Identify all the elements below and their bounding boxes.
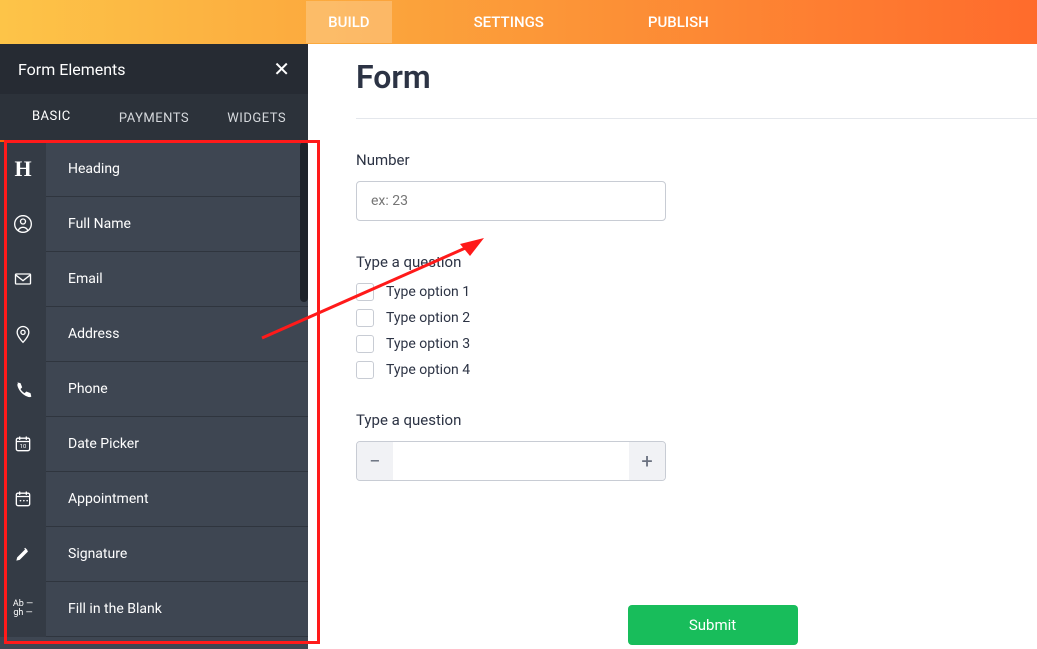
decrement-button[interactable]: − <box>357 442 393 480</box>
number-spinner: − + <box>356 441 666 481</box>
checkbox[interactable] <box>356 335 374 353</box>
panel-tab-basic[interactable]: BASIC <box>0 93 103 143</box>
element-date-picker[interactable]: 10 Date Picker <box>0 417 308 472</box>
spinner-question: Type a question − + <box>356 411 1037 481</box>
checkbox-row: Type option 1 <box>356 283 1037 301</box>
scrollbar[interactable] <box>300 142 308 302</box>
close-icon[interactable]: ✕ <box>273 57 290 81</box>
tab-build[interactable]: BUILD <box>306 1 391 43</box>
panel-header: Form Elements ✕ <box>0 44 308 94</box>
checkbox-option-label: Type option 3 <box>386 336 470 352</box>
element-label: Date Picker <box>46 436 139 452</box>
spinner-value[interactable] <box>393 442 629 480</box>
element-label: Email <box>46 271 103 287</box>
element-full-name[interactable]: Full Name <box>0 197 308 252</box>
checkbox[interactable] <box>356 361 374 379</box>
increment-button[interactable]: + <box>629 442 665 480</box>
checkbox-row: Type option 4 <box>356 361 1037 379</box>
number-input[interactable] <box>356 181 666 221</box>
mail-icon <box>0 252 46 307</box>
checkbox-question-label: Type a question <box>356 253 1037 271</box>
panel-tab-widgets[interactable]: WIDGETS <box>205 95 308 142</box>
element-heading[interactable]: H Heading <box>0 142 308 197</box>
element-address[interactable]: Address <box>0 307 308 362</box>
element-appointment[interactable]: Appointment <box>0 472 308 527</box>
form-elements-panel: Form Elements ✕ BASIC PAYMENTS WIDGETS H… <box>0 44 308 649</box>
svg-text:10: 10 <box>20 444 27 450</box>
divider <box>356 118 1037 119</box>
checkbox-row: Type option 3 <box>356 335 1037 353</box>
element-label: Full Name <box>46 216 131 232</box>
form-canvas: Form Number Type a question Type option … <box>308 44 1037 649</box>
checkbox-question: Type a question Type option 1 Type optio… <box>356 253 1037 379</box>
fill-blank-icon: Ab —gh — <box>0 582 46 637</box>
number-field: Number <box>356 151 1037 221</box>
panel-title: Form Elements <box>18 60 126 79</box>
element-list: H Heading Full Name Email Address Phone … <box>0 142 308 649</box>
element-label: Signature <box>46 546 127 562</box>
number-label: Number <box>356 151 1037 169</box>
heading-icon: H <box>0 142 46 197</box>
calendar-icon: 10 <box>0 417 46 472</box>
pin-icon <box>0 307 46 362</box>
appointment-icon <box>0 472 46 527</box>
checkbox-option-label: Type option 1 <box>386 284 470 300</box>
checkbox-option-label: Type option 4 <box>386 362 470 378</box>
phone-icon <box>0 362 46 417</box>
checkbox[interactable] <box>356 283 374 301</box>
checkbox-option-label: Type option 2 <box>386 310 470 326</box>
element-label: Fill in the Blank <box>46 601 162 617</box>
user-icon <box>0 197 46 252</box>
element-label: Appointment <box>46 491 149 507</box>
element-label: Heading <box>46 161 120 177</box>
form-title: Form <box>356 44 1037 118</box>
signature-icon <box>0 527 46 582</box>
checkbox[interactable] <box>356 309 374 327</box>
panel-tab-payments[interactable]: PAYMENTS <box>103 95 206 142</box>
element-signature[interactable]: Signature <box>0 527 308 582</box>
tab-publish[interactable]: PUBLISH <box>626 1 731 43</box>
element-label: Phone <box>46 381 108 397</box>
element-phone[interactable]: Phone <box>0 362 308 417</box>
element-email[interactable]: Email <box>0 252 308 307</box>
tab-settings[interactable]: SETTINGS <box>452 1 566 43</box>
spinner-question-label: Type a question <box>356 411 1037 429</box>
checkbox-row: Type option 2 <box>356 309 1037 327</box>
top-nav: BUILD SETTINGS PUBLISH <box>0 0 1037 44</box>
submit-button[interactable]: Submit <box>628 605 798 645</box>
element-label: Address <box>46 326 119 342</box>
panel-tabs: BASIC PAYMENTS WIDGETS <box>0 94 308 142</box>
element-fill-blank[interactable]: Ab —gh — Fill in the Blank <box>0 582 308 637</box>
